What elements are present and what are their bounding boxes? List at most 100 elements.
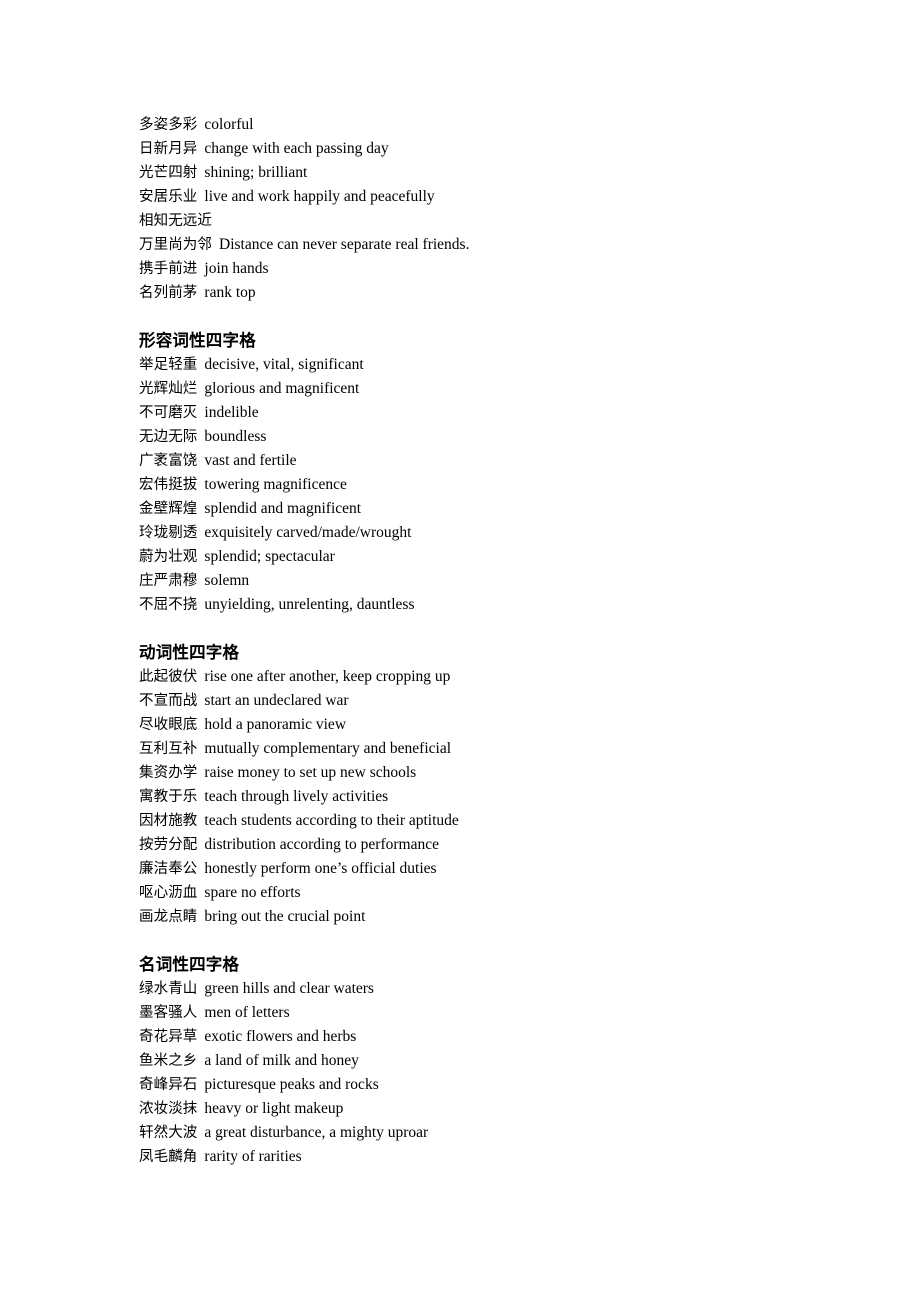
entry-gloss: start an undeclared war — [204, 692, 349, 709]
glossary-entry: 携手前进 join hands — [139, 257, 859, 281]
entry-gloss: picturesque peaks and rocks — [204, 1076, 379, 1093]
glossary-entry: 互利互补 mutually complementary and beneficia… — [139, 737, 859, 761]
glossary-entry: 玲珑剔透 exquisitely carved/made/wrought — [139, 521, 859, 545]
entry-gloss: rank top — [204, 284, 256, 301]
glossary-entry: 按劳分配 distribution according to performanc… — [139, 833, 859, 857]
entry-term: 携手前进 — [139, 261, 198, 277]
entry-term: 光芒四射 — [139, 165, 198, 181]
entry-gloss: rise one after another, keep cropping up — [204, 668, 451, 685]
entry-term: 此起彼伏 — [139, 669, 198, 685]
glossary-entry: 蔚为壮观 splendid; spectacular — [139, 545, 859, 569]
entry-gloss: spare no efforts — [204, 884, 301, 901]
glossary-entry: 庄严肃穆 solemn — [139, 569, 859, 593]
entry-gloss: hold a panoramic view — [204, 716, 347, 733]
entry-term: 按劳分配 — [139, 837, 198, 853]
glossary-entry: 墨客骚人 men of letters — [139, 1001, 859, 1025]
entry-term: 多姿多彩 — [139, 117, 198, 133]
entry-term: 互利互补 — [139, 741, 198, 757]
document-page: 多姿多彩 colorful 日新月异 change with each passing… — [0, 0, 920, 1302]
entry-term: 无边无际 — [139, 429, 198, 445]
entry-gloss: men of letters — [204, 1004, 290, 1021]
entry-term: 名列前茅 — [139, 285, 198, 301]
glossary-entry: 名列前茅 rank top — [139, 281, 859, 305]
glossary-entry: 安居乐业 live and work happily and peacefully — [139, 185, 859, 209]
entry-term: 因材施教 — [139, 813, 198, 829]
entry-term: 举足轻重 — [139, 357, 198, 373]
entry-gloss: heavy or light makeup — [204, 1100, 344, 1117]
entry-gloss: exotic flowers and herbs — [204, 1028, 357, 1045]
entry-gloss: distribution according to performance — [204, 836, 439, 853]
glossary-entry: 举足轻重 decisive, vital, significant — [139, 353, 859, 377]
entry-term: 绿水青山 — [139, 981, 198, 997]
entry-gloss: unyielding, unrelenting, dauntless — [204, 596, 415, 613]
entry-term: 墨客骚人 — [139, 1005, 198, 1021]
entry-term: 万里尚为邻 — [139, 237, 212, 253]
glossary-entry: 鱼米之乡 a land of milk and honey — [139, 1049, 859, 1073]
entry-gloss: splendid and magnificent — [204, 500, 362, 517]
entry-gloss: teach students according to their aptitu… — [204, 812, 459, 829]
glossary-entry: 绿水青山 green hills and clear waters — [139, 977, 859, 1001]
entry-gloss: Distance can never separate real friends… — [219, 236, 470, 253]
section-heading: 名词性四字格 — [139, 955, 240, 974]
entry-gloss: splendid; spectacular — [204, 548, 335, 565]
entry-term: 集资办学 — [139, 765, 198, 781]
entry-gloss: bring out the crucial point — [204, 908, 366, 925]
section-heading: 形容词性四字格 — [139, 331, 256, 350]
entry-term: 相知无远近 — [139, 213, 212, 229]
glossary-entry: 浓妆淡抹 heavy or light makeup — [139, 1097, 859, 1121]
entry-term: 尽收眼底 — [139, 717, 198, 733]
entry-gloss: honestly perform one’s official duties — [204, 860, 437, 877]
entry-term: 安居乐业 — [139, 189, 198, 205]
glossary-entry: 光芒四射 shining; brilliant — [139, 161, 859, 185]
glossary-entry: 画龙点睛 bring out the crucial point — [139, 905, 859, 929]
entry-term: 廉洁奉公 — [139, 861, 198, 877]
entry-gloss: a great disturbance, a mighty uproar — [204, 1124, 429, 1141]
entry-term: 浓妆淡抹 — [139, 1101, 198, 1117]
entry-gloss: green hills and clear waters — [204, 980, 374, 997]
entry-term: 鱼米之乡 — [139, 1053, 198, 1069]
glossary-entry: 尽收眼底 hold a panoramic view — [139, 713, 859, 737]
entry-term: 金壁辉煌 — [139, 501, 198, 517]
entry-term: 玲珑剔透 — [139, 525, 198, 541]
glossary-entry: 日新月异 change with each passing day — [139, 137, 859, 161]
glossary-entry: 广袤富饶 vast and fertile — [139, 449, 859, 473]
entry-term: 不屈不挠 — [139, 597, 198, 613]
entry-term: 凤毛麟角 — [139, 1149, 198, 1165]
glossary-entry: 凤毛麟角 rarity of rarities — [139, 1145, 859, 1169]
entry-gloss: join hands — [204, 260, 269, 277]
entry-term: 画龙点睛 — [139, 909, 198, 925]
entry-gloss: vast and fertile — [204, 452, 297, 469]
entry-gloss: decisive, vital, significant — [204, 356, 364, 373]
entry-gloss: exquisitely carved/made/wrought — [204, 524, 412, 541]
glossary-body: 多姿多彩 colorful 日新月异 change with each passing… — [139, 113, 859, 1169]
entry-gloss: teach through lively activities — [204, 788, 389, 805]
glossary-entry: 此起彼伏 rise one after another, keep croppin… — [139, 665, 859, 689]
entry-gloss: rarity of rarities — [204, 1148, 302, 1165]
entry-gloss: shining; brilliant — [204, 164, 308, 181]
entry-term: 奇花异草 — [139, 1029, 198, 1045]
glossary-entry: 廉洁奉公 honestly perform one’s official duti… — [139, 857, 859, 881]
glossary-entry: 不屈不挠 unyielding, unrelenting, dauntless — [139, 593, 859, 617]
glossary-entry: 相知无远近 — [139, 209, 859, 233]
entry-gloss: towering magnificence — [204, 476, 347, 493]
entry-term: 不宣而战 — [139, 693, 198, 709]
entry-term: 寓教于乐 — [139, 789, 198, 805]
entry-gloss: solemn — [204, 572, 250, 589]
glossary-entry: 集资办学 raise money to set up new schools — [139, 761, 859, 785]
section-heading: 动词性四字格 — [139, 643, 240, 662]
glossary-entry: 轩然大波 a great disturbance, a mighty uproar — [139, 1121, 859, 1145]
entry-gloss: indelible — [204, 404, 259, 421]
entry-term: 轩然大波 — [139, 1125, 198, 1141]
entry-gloss: colorful — [204, 116, 254, 133]
entry-term: 广袤富饶 — [139, 453, 198, 469]
entry-gloss: mutually complementary and beneficial — [204, 740, 452, 757]
glossary-entry: 不可磨灭 indelible — [139, 401, 859, 425]
entry-term: 蔚为壮观 — [139, 549, 198, 565]
glossary-entry: 宏伟挺拔 towering magnificence — [139, 473, 859, 497]
glossary-section: 多姿多彩 colorful 日新月异 change with each passing… — [139, 113, 859, 305]
entry-gloss: raise money to set up new schools — [204, 764, 417, 781]
glossary-entry: 奇峰异石 picturesque peaks and rocks — [139, 1073, 859, 1097]
glossary-entry: 多姿多彩 colorful — [139, 113, 859, 137]
glossary-entry: 光辉灿烂 glorious and magnificent — [139, 377, 859, 401]
glossary-entry: 呕心沥血 spare no efforts — [139, 881, 859, 905]
